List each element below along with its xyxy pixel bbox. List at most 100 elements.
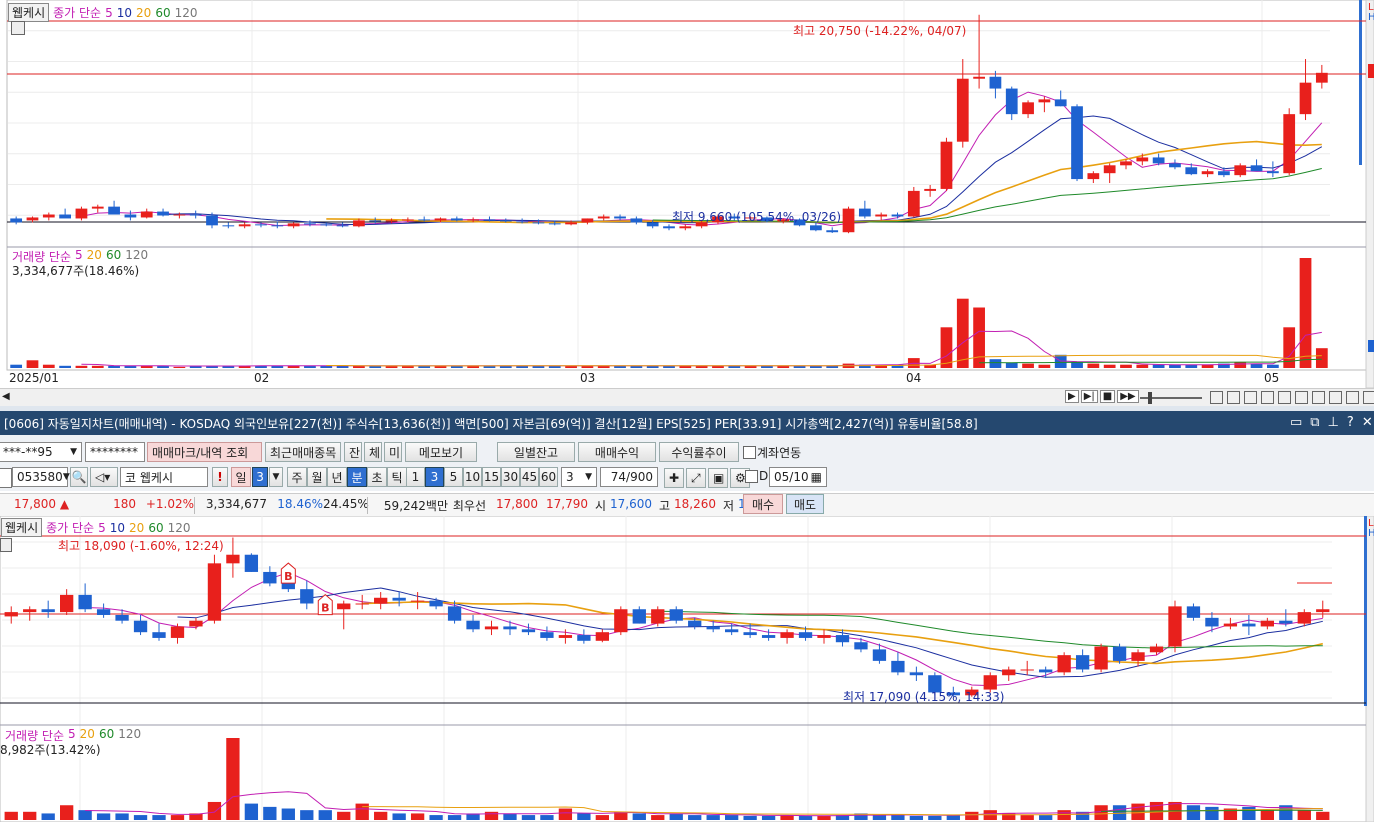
pin-icon[interactable]: ⊥ (1328, 415, 1339, 430)
copy-icon[interactable]: ⧉ (1310, 415, 1319, 430)
stock-code-input[interactable]: 053580 ▼ (12, 467, 70, 487)
memo-button[interactable]: 메모보기 (405, 442, 477, 462)
volume-bar (540, 815, 554, 820)
current-price: 17,800 ▲ (14, 497, 94, 514)
candle-body (891, 660, 905, 673)
period-day-count[interactable]: 3 (252, 467, 268, 487)
restore-icon[interactable]: ▭ (1290, 415, 1302, 430)
buy-button[interactable]: 매수 (743, 494, 783, 514)
chevron-down-icon[interactable]: ▼ (585, 472, 592, 482)
account-link-checkbox[interactable] (743, 446, 756, 459)
period-tick-button[interactable]: 틱 (387, 467, 407, 487)
save-icon[interactable]: ▣ (708, 468, 728, 488)
candle-body (1316, 609, 1330, 613)
minute-10-button[interactable]: 10 (463, 467, 482, 487)
indicator-icon[interactable]: ✚ (664, 468, 684, 488)
calendar-icon[interactable]: ▦ (811, 470, 822, 484)
daily-chart[interactable]: L H (0, 0, 1374, 388)
tool-icon-6[interactable] (1295, 391, 1308, 404)
minute-45-button[interactable]: 45 (520, 467, 539, 487)
filled-button[interactable]: 체 (364, 442, 382, 462)
search-icon[interactable]: 🔍 (70, 467, 88, 487)
volume-bar (1131, 803, 1145, 820)
candle-body (646, 222, 659, 227)
buy-marker-label: B (284, 570, 292, 583)
minute-5-button[interactable]: 5 (444, 467, 463, 487)
minute-15-button[interactable]: 15 (482, 467, 501, 487)
zoom-slider-thumb[interactable] (1148, 392, 1152, 404)
date-input[interactable]: 05/10 ▦ (769, 467, 827, 487)
candle-body (355, 603, 369, 605)
return-trend-button[interactable]: 수익률추이 (659, 442, 739, 462)
best-ask: 17,800 (496, 497, 538, 511)
period-minute-button[interactable]: 분 (347, 467, 367, 487)
sound-icon[interactable]: ◁▾ (90, 467, 118, 487)
chevron-down-icon[interactable]: ▼ (70, 447, 77, 457)
minute-chart[interactable]: BB L H (0, 516, 1374, 822)
account-select[interactable]: ***-**95 ▼ (0, 442, 82, 462)
candle-body (1136, 157, 1149, 162)
code-menu-icon[interactable] (0, 468, 12, 488)
sell-button[interactable]: 매도 (786, 494, 824, 514)
tool-icon-5[interactable] (1278, 391, 1291, 404)
trend-line-icon[interactable]: ⤢ (686, 468, 706, 488)
end-icon[interactable]: ▶▶ (1117, 390, 1139, 403)
bar-count-input[interactable]: 74/900 (600, 467, 658, 487)
period-month-button[interactable]: 월 (307, 467, 327, 487)
trade-mark-button[interactable]: 매매마크/내역 조회 (147, 442, 262, 462)
minute-1-button[interactable]: 1 (406, 467, 425, 487)
interval-select[interactable]: 3 ▼ (561, 467, 597, 487)
next-icon[interactable]: ▶| (1080, 390, 1098, 403)
minute-legend-name-box[interactable]: 웹케시 (1, 518, 43, 537)
close-icon[interactable]: ✕ (1362, 415, 1373, 430)
volume-bar (374, 811, 388, 820)
candle-body (1057, 655, 1071, 673)
minute-30-button[interactable]: 30 (501, 467, 520, 487)
volume-bar (1038, 364, 1051, 368)
recent-trades-button[interactable]: 최근매매종목 (265, 442, 341, 462)
tool-icon-8[interactable] (1329, 391, 1342, 404)
candle-body (222, 225, 235, 227)
volume-bar (1234, 362, 1247, 368)
tool-icon-1[interactable] (1210, 391, 1223, 404)
stop-icon[interactable]: ■ (1099, 390, 1116, 403)
minute-high-annotation: 최고 18,090 (-1.60%, 12:24) (58, 539, 224, 553)
legend-name-box[interactable]: 웹케시 (8, 3, 50, 22)
minute-3-button[interactable]: 3 (425, 467, 444, 487)
scroll-left-icon[interactable]: ◀ (2, 391, 10, 402)
password-field[interactable]: ******** (85, 442, 145, 462)
stock-name-field[interactable]: 코 웹케시 (120, 467, 208, 487)
volume-bar (96, 813, 111, 820)
minute-60-button[interactable]: 60 (539, 467, 558, 487)
date-checkbox[interactable] (745, 470, 758, 483)
candle-body (940, 141, 953, 189)
balance-button[interactable]: 잔 (344, 442, 362, 462)
unfilled-button[interactable]: 미 (384, 442, 402, 462)
tool-icon-7[interactable] (1312, 391, 1325, 404)
minute-calendar-icon[interactable] (0, 538, 12, 552)
period-second-button[interactable]: 초 (367, 467, 387, 487)
candle-body (1149, 646, 1164, 653)
tool-icon-9[interactable] (1346, 391, 1359, 404)
chevron-down-icon[interactable]: ▼ (269, 467, 283, 487)
tool-icon-10[interactable] (1363, 391, 1374, 404)
daily-balance-button[interactable]: 일별잔고 (497, 442, 575, 462)
tool-icon-2[interactable] (1227, 391, 1240, 404)
calendar-icon[interactable] (11, 21, 25, 35)
period-week-button[interactable]: 주 (287, 467, 307, 487)
chart-scrollbar[interactable]: ◀ ▶ ▶| ■ ▶▶ (0, 388, 1374, 407)
tool-icon-4[interactable] (1261, 391, 1274, 404)
period-day-button[interactable]: 일 (231, 467, 251, 487)
trade-profit-button[interactable]: 매매수익 (578, 442, 656, 462)
tool-icon-3[interactable] (1244, 391, 1257, 404)
play-icon[interactable]: ▶ (1065, 390, 1079, 403)
candle-body (1297, 612, 1311, 624)
period-year-button[interactable]: 년 (327, 467, 347, 487)
window-title-bar[interactable]: [0606] 자동일지차트(매매내역) - KOSDAQ 외국인보유[227(천… (0, 411, 1374, 435)
chevron-down-icon[interactable]: ▼ (63, 472, 70, 482)
alert-icon[interactable]: ! (212, 467, 228, 487)
help-icon[interactable]: ? (1347, 415, 1354, 430)
turnover-ratio: 24.45% (323, 497, 369, 511)
volume-bar (743, 815, 757, 820)
volume-bar (651, 815, 665, 820)
